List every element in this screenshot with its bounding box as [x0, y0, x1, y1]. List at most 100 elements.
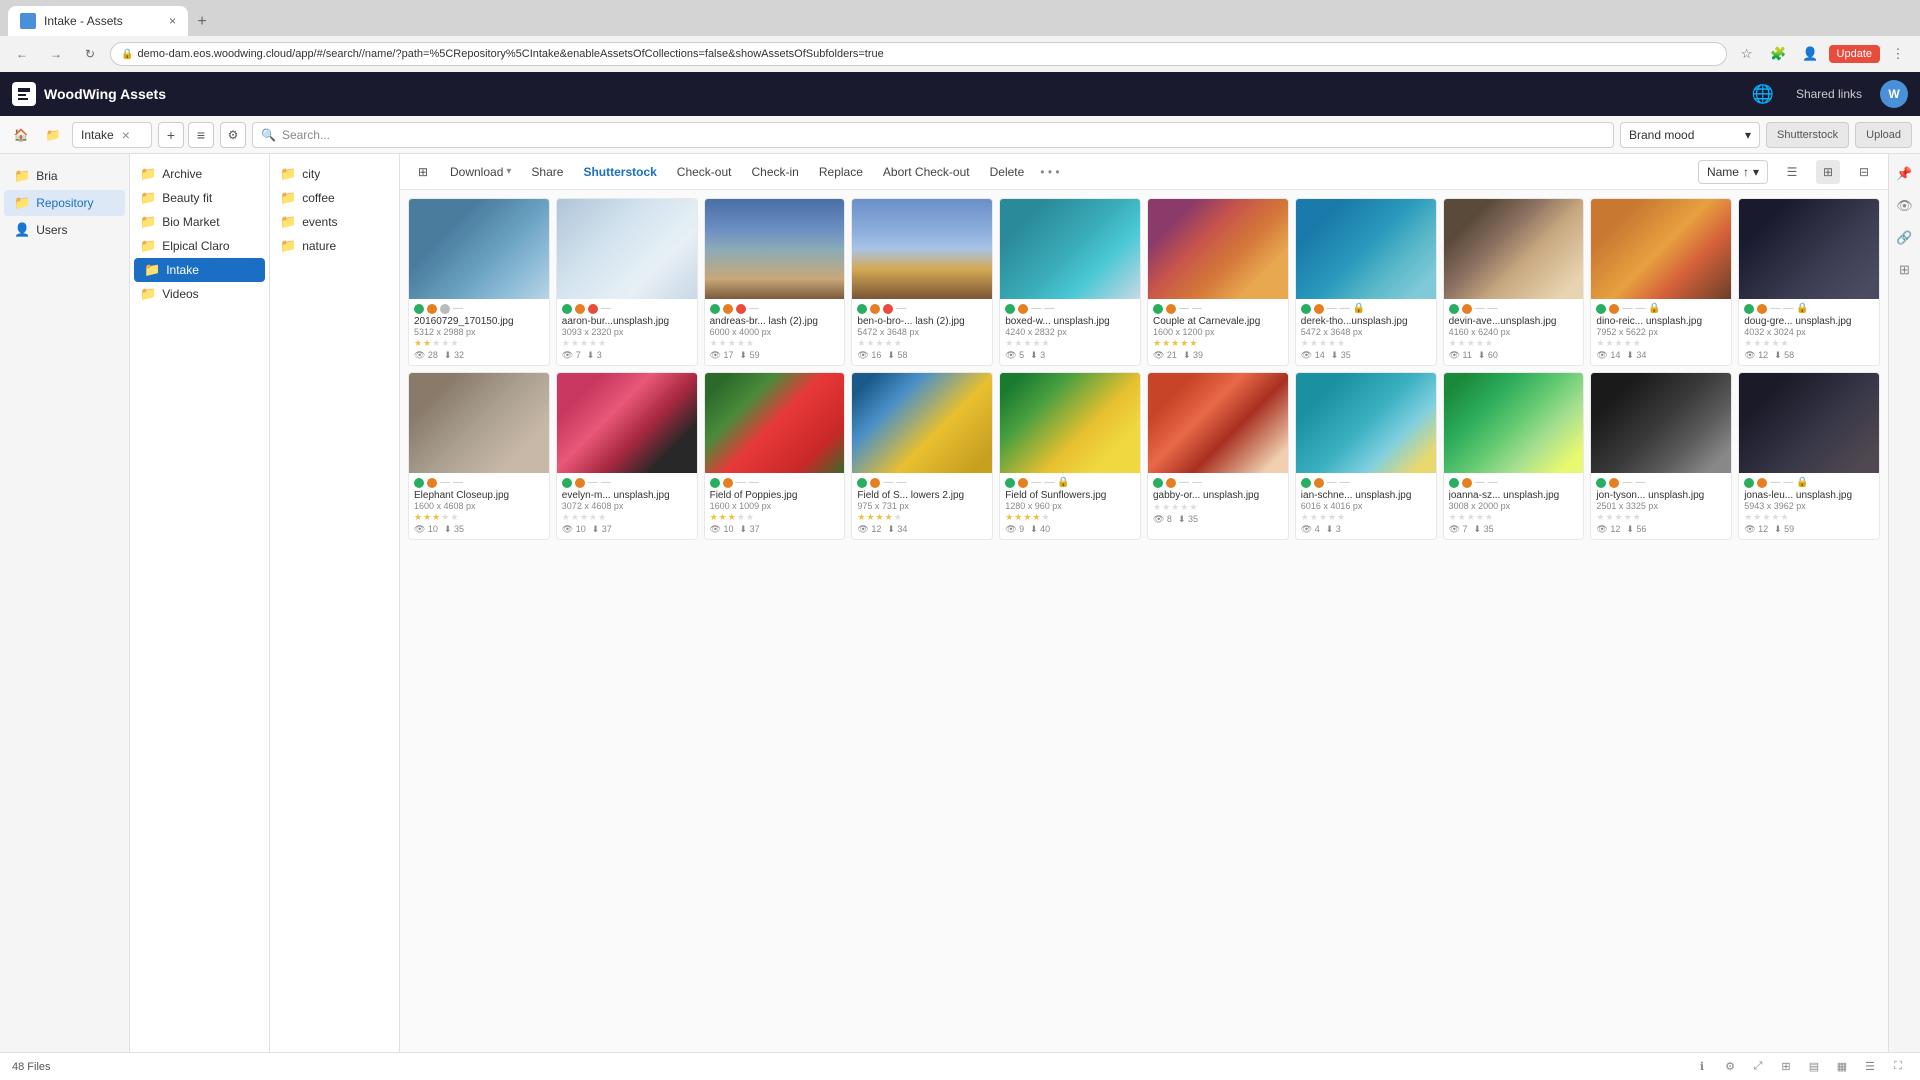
star-empty[interactable]: ★ [1753, 338, 1761, 349]
star-empty[interactable]: ★ [1476, 338, 1484, 349]
search-bar[interactable]: 🔍 Search... [252, 122, 1614, 148]
star-empty[interactable]: ★ [1449, 338, 1457, 349]
star-filled[interactable]: ★ [423, 512, 431, 523]
asset-card[interactable]: ——🔒derek-tho...unsplash.jpg5472 x 3648 p… [1295, 198, 1437, 366]
star-empty[interactable]: ★ [894, 338, 902, 349]
active-tab[interactable]: Intake - Assets × [8, 6, 188, 36]
user-avatar[interactable]: W [1880, 80, 1908, 108]
checkout-button[interactable]: Check-out [673, 163, 736, 181]
star-filled[interactable]: ★ [885, 512, 893, 523]
star-empty[interactable]: ★ [571, 338, 579, 349]
star-filled[interactable]: ★ [1005, 512, 1013, 523]
star-empty[interactable]: ★ [580, 338, 588, 349]
star-empty[interactable]: ★ [598, 338, 606, 349]
shutterstock-button[interactable]: Shutterstock [1766, 122, 1849, 148]
abort-checkout-button[interactable]: Abort Check-out [879, 163, 974, 181]
star-empty[interactable]: ★ [1762, 512, 1770, 523]
star-empty[interactable]: ★ [1476, 512, 1484, 523]
star-empty[interactable]: ★ [737, 512, 745, 523]
star-filled[interactable]: ★ [710, 512, 718, 523]
star-empty[interactable]: ★ [1633, 512, 1641, 523]
star-empty[interactable]: ★ [1301, 338, 1309, 349]
star-empty[interactable]: ★ [1615, 512, 1623, 523]
star-empty[interactable]: ★ [571, 512, 579, 523]
star-empty[interactable]: ★ [1337, 338, 1345, 349]
star-filled[interactable]: ★ [1180, 338, 1188, 349]
star-empty[interactable]: ★ [728, 338, 736, 349]
subfolder-item-events[interactable]: 📁 events [270, 210, 399, 234]
star-empty[interactable]: ★ [1624, 338, 1632, 349]
star-filled[interactable]: ★ [1189, 338, 1197, 349]
star-filled[interactable]: ★ [432, 512, 440, 523]
star-filled[interactable]: ★ [857, 512, 865, 523]
asset-card[interactable]: ——Field of Poppies.jpg1600 x 1009 px★★★★… [704, 372, 846, 540]
reload-button[interactable]: ↻ [76, 40, 104, 68]
asset-card[interactable]: ——devin-ave...unsplash.jpg4160 x 6240 px… [1443, 198, 1585, 366]
bookmark-icon[interactable]: ☆ [1733, 40, 1761, 68]
star-empty[interactable]: ★ [1180, 502, 1188, 513]
star-empty[interactable]: ★ [1467, 338, 1475, 349]
star-empty[interactable]: ★ [450, 512, 458, 523]
asset-card[interactable]: ——Elephant Closeup.jpg1600 x 4608 px★★★★… [408, 372, 550, 540]
star-empty[interactable]: ★ [441, 512, 449, 523]
options-button[interactable]: ≡ [188, 122, 214, 148]
list-icon[interactable]: ☰ [1860, 1057, 1880, 1077]
status-info-icon[interactable]: ℹ [1692, 1057, 1712, 1077]
asset-card[interactable]: —20160729_170150.jpg5312 x 2988 px★★★★★👁… [408, 198, 550, 366]
asset-card[interactable]: ——boxed-w... unsplash.jpg4240 x 2832 px★… [999, 198, 1141, 366]
star-empty[interactable]: ★ [1744, 338, 1752, 349]
asset-card[interactable]: ——joanna-sz... unsplash.jpg3008 x 2000 p… [1443, 372, 1585, 540]
update-button[interactable]: Update [1829, 45, 1880, 63]
star-empty[interactable]: ★ [719, 338, 727, 349]
asset-card[interactable]: ——Couple at Carnevale.jpg1600 x 1200 px★… [1147, 198, 1289, 366]
more-actions-icon[interactable]: • • • [1040, 165, 1059, 179]
sidebar-item-repository[interactable]: 📁 Repository [4, 190, 125, 216]
folder-item-beauty-fit[interactable]: 📁 Beauty fit [130, 186, 269, 210]
delete-button[interactable]: Delete [986, 163, 1029, 181]
address-bar[interactable]: 🔒 demo-dam.eos.woodwing.cloud/app/#/sear… [110, 42, 1727, 66]
star-empty[interactable]: ★ [1596, 338, 1604, 349]
folder-item-archive[interactable]: 📁 Archive [130, 162, 269, 186]
asset-card[interactable]: —aaron-bur...unsplash.jpg3093 x 2320 px★… [556, 198, 698, 366]
folder-button[interactable]: 📁 [40, 122, 66, 148]
star-empty[interactable]: ★ [1337, 512, 1345, 523]
checkin-button[interactable]: Check-in [748, 163, 803, 181]
grid-small-icon[interactable]: ⊞ [1776, 1057, 1796, 1077]
tab-close-btn[interactable]: × [169, 14, 176, 28]
subfolder-item-city[interactable]: 📁 city [270, 162, 399, 186]
clear-breadcrumb-button[interactable]: × [122, 127, 130, 143]
collection-dropdown[interactable]: Brand mood ▾ [1620, 122, 1760, 148]
star-empty[interactable]: ★ [1458, 338, 1466, 349]
star-empty[interactable]: ★ [1467, 512, 1475, 523]
star-filled[interactable]: ★ [423, 338, 431, 349]
star-empty[interactable]: ★ [857, 338, 865, 349]
star-empty[interactable]: ★ [885, 338, 893, 349]
new-tab-button[interactable]: + [188, 8, 216, 36]
forward-button[interactable]: → [42, 40, 70, 68]
star-empty[interactable]: ★ [1023, 338, 1031, 349]
star-empty[interactable]: ★ [737, 338, 745, 349]
star-empty[interactable]: ★ [1485, 512, 1493, 523]
filter-options-icon[interactable]: ⊞ [412, 161, 434, 183]
star-empty[interactable]: ★ [1319, 338, 1327, 349]
star-empty[interactable]: ★ [1042, 338, 1050, 349]
asset-card[interactable]: ——evelyn-m... unsplash.jpg3072 x 4608 px… [556, 372, 698, 540]
star-empty[interactable]: ★ [746, 338, 754, 349]
status-expand-icon[interactable]: ⤢ [1748, 1057, 1768, 1077]
star-empty[interactable]: ★ [1319, 512, 1327, 523]
star-empty[interactable]: ★ [1605, 338, 1613, 349]
star-empty[interactable]: ★ [1328, 512, 1336, 523]
star-empty[interactable]: ★ [562, 338, 570, 349]
panel-pin-icon[interactable]: 📌 [1893, 162, 1917, 186]
star-empty[interactable]: ★ [1744, 512, 1752, 523]
star-empty[interactable]: ★ [1762, 338, 1770, 349]
list-view-button[interactable]: ☰ [1780, 160, 1804, 184]
folder-item-videos[interactable]: 📁 Videos [130, 282, 269, 306]
star-empty[interactable]: ★ [441, 338, 449, 349]
star-empty[interactable]: ★ [866, 338, 874, 349]
extensions-icon[interactable]: 🧩 [1765, 40, 1793, 68]
star-empty[interactable]: ★ [1189, 502, 1197, 513]
star-empty[interactable]: ★ [1301, 512, 1309, 523]
star-empty[interactable]: ★ [1633, 338, 1641, 349]
sort-dropdown[interactable]: Name ↑ ▾ [1698, 160, 1768, 184]
